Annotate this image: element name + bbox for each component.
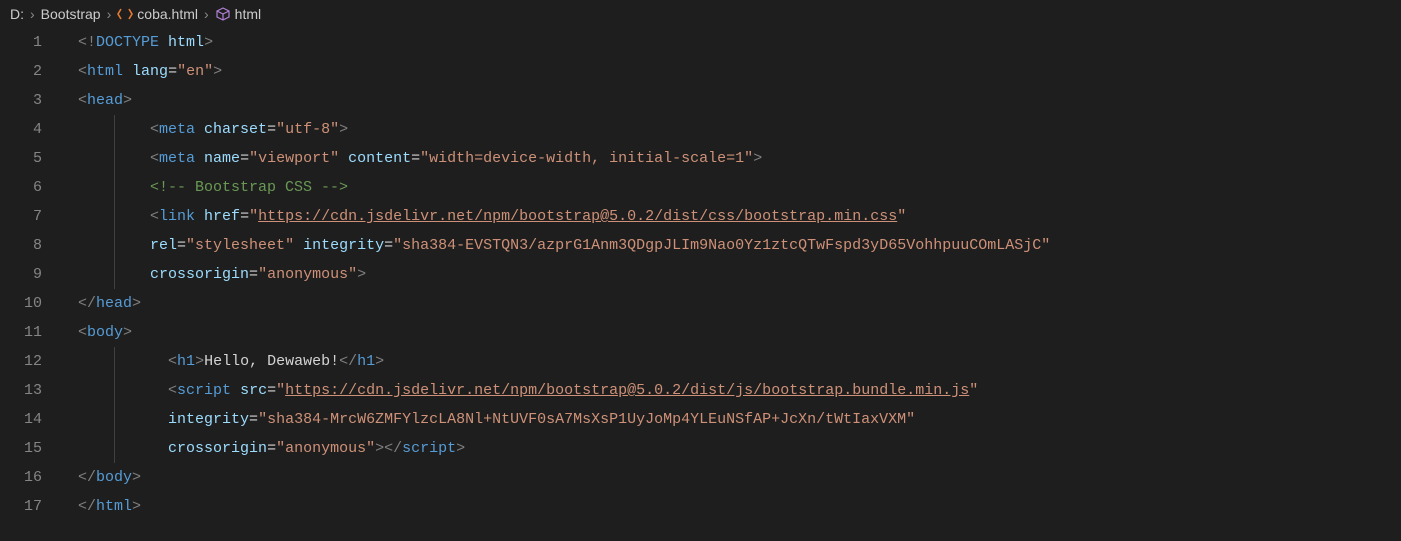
line-number-gutter: 1 2 3 4 5 6 7 8 9 10 11 12 13 14 15 16 1… — [0, 28, 60, 521]
html-file-icon — [117, 6, 133, 22]
code-line[interactable]: <head> — [60, 86, 1401, 115]
code-line[interactable]: integrity="sha384-MrcW6ZMFYlzcLA8Nl+NtUV… — [60, 405, 1401, 434]
line-number: 3 — [0, 86, 42, 115]
breadcrumb[interactable]: D: › Bootstrap › coba.html › html — [0, 0, 1401, 28]
code-editor[interactable]: 1 2 3 4 5 6 7 8 9 10 11 12 13 14 15 16 1… — [0, 28, 1401, 521]
code-line[interactable]: <meta name="viewport" content="width=dev… — [60, 144, 1401, 173]
line-number: 10 — [0, 289, 42, 318]
breadcrumb-file[interactable]: coba.html — [137, 6, 198, 22]
code-line[interactable]: <link href="https://cdn.jsdelivr.net/npm… — [60, 202, 1401, 231]
line-number: 4 — [0, 115, 42, 144]
line-number: 7 — [0, 202, 42, 231]
breadcrumb-folder[interactable]: Bootstrap — [41, 6, 101, 22]
chevron-right-icon: › — [107, 6, 112, 22]
code-line[interactable]: rel="stylesheet" integrity="sha384-EVSTQ… — [60, 231, 1401, 260]
code-line[interactable]: crossorigin="anonymous"></script> — [60, 434, 1401, 463]
line-number: 13 — [0, 376, 42, 405]
code-line[interactable]: crossorigin="anonymous"> — [60, 260, 1401, 289]
code-line[interactable]: </body> — [60, 463, 1401, 492]
line-number: 17 — [0, 492, 42, 521]
symbol-icon — [215, 6, 231, 22]
line-number: 6 — [0, 173, 42, 202]
line-number: 8 — [0, 231, 42, 260]
code-line[interactable]: </head> — [60, 289, 1401, 318]
code-line[interactable]: <!-- Bootstrap CSS --> — [60, 173, 1401, 202]
line-number: 14 — [0, 405, 42, 434]
code-line[interactable]: <script src="https://cdn.jsdelivr.net/np… — [60, 376, 1401, 405]
line-number: 12 — [0, 347, 42, 376]
line-number: 16 — [0, 463, 42, 492]
code-line[interactable]: <!DOCTYPE html> — [60, 28, 1401, 57]
code-area[interactable]: <!DOCTYPE html> <html lang="en"> <head> … — [60, 28, 1401, 521]
code-line[interactable]: <meta charset="utf-8"> — [60, 115, 1401, 144]
breadcrumb-symbol[interactable]: html — [235, 6, 261, 22]
code-line[interactable]: <h1>Hello, Dewaweb!</h1> — [60, 347, 1401, 376]
breadcrumb-drive[interactable]: D: — [10, 6, 24, 22]
code-line[interactable]: <html lang="en"> — [60, 57, 1401, 86]
chevron-right-icon: › — [30, 6, 35, 22]
chevron-right-icon: › — [204, 6, 209, 22]
code-line[interactable]: </html> — [60, 492, 1401, 521]
line-number: 2 — [0, 57, 42, 86]
line-number: 9 — [0, 260, 42, 289]
line-number: 15 — [0, 434, 42, 463]
line-number: 11 — [0, 318, 42, 347]
line-number: 1 — [0, 28, 42, 57]
code-line[interactable]: <body> — [60, 318, 1401, 347]
line-number: 5 — [0, 144, 42, 173]
